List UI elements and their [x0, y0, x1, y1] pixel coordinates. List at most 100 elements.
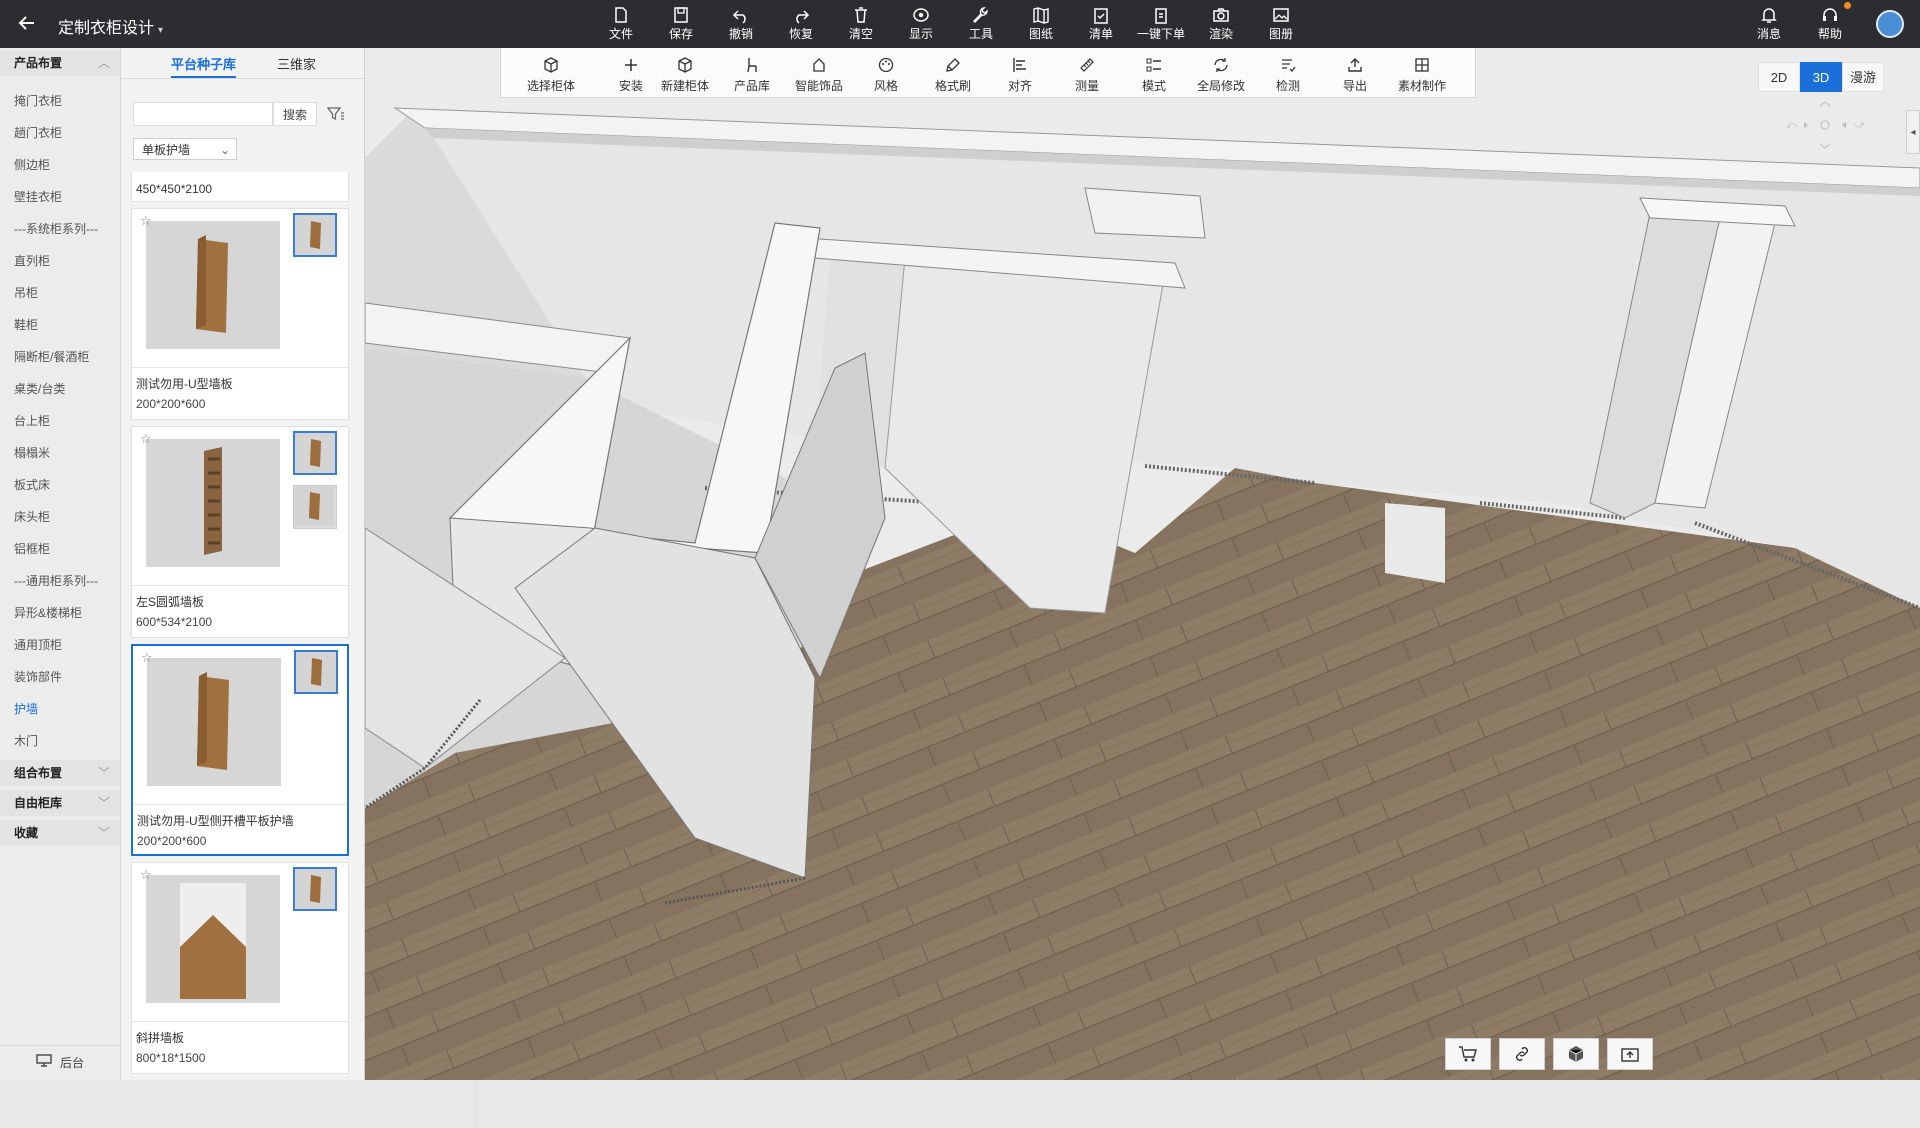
order-icon — [1137, 6, 1185, 24]
category-item[interactable]: 护墙 — [14, 700, 38, 717]
global-edit-icon — [1189, 51, 1253, 77]
tool-style-button[interactable]: 风格 — [854, 51, 918, 94]
category-item[interactable]: 铝框柜 — [14, 540, 50, 557]
tool-new-cabinet-button[interactable]: 新建柜体 — [653, 51, 717, 94]
toolbar-save-button[interactable]: 保存 — [657, 4, 705, 44]
category-item[interactable]: 床头柜 — [14, 508, 50, 525]
toolbar-album-button[interactable]: 图册 — [1257, 4, 1305, 44]
product-card[interactable]: ☆ 测试勿用-U型墙板 200*200*600 — [131, 208, 349, 420]
view-mode-0[interactable]: 2D — [1758, 62, 1800, 92]
variant-thumbnail[interactable] — [293, 431, 337, 475]
tab-platform-seed-library[interactable]: 平台种子库 — [171, 54, 237, 78]
variant-thumbnail[interactable] — [293, 213, 337, 257]
navigation-control[interactable]: ⤺ ⤻ — [1780, 100, 1870, 150]
toolbar-file-button[interactable]: 文件 — [597, 4, 645, 44]
category-item[interactable]: 侧边柜 — [14, 156, 50, 173]
product-card[interactable]: ☆ 左S圆弧墙板 600*534*2100 — [131, 426, 349, 638]
tool-product-lib-button[interactable]: 产品库 — [720, 51, 784, 94]
messages-button[interactable]: 消息 — [1745, 4, 1793, 44]
help-button[interactable]: 帮助 — [1806, 4, 1854, 44]
category-item[interactable]: 板式床 — [14, 476, 50, 493]
chevron-up-icon: ︿ — [97, 56, 110, 70]
view-mode-1[interactable]: 3D — [1800, 62, 1842, 92]
tool-global-edit-button[interactable]: 全局修改 — [1189, 51, 1253, 94]
filter-icon[interactable] — [326, 106, 345, 125]
category-item[interactable]: 台上柜 — [14, 412, 50, 429]
star-icon[interactable]: ☆ — [140, 213, 152, 229]
section-free-library[interactable]: 自由柜库 ﹀ — [0, 790, 120, 816]
tab-3vjia[interactable]: 三维家 — [277, 54, 316, 76]
category-item[interactable]: 趟门衣柜 — [14, 124, 62, 141]
category-item[interactable]: 桌类/台类 — [14, 380, 65, 397]
section-favorites-label: 收藏 — [14, 826, 39, 840]
scene-render — [365, 48, 1920, 1080]
toolbar-display-button[interactable]: 显示 — [897, 4, 945, 44]
toolbar-redo-label: 恢复 — [788, 27, 813, 41]
category-item[interactable]: 直列柜 — [14, 252, 50, 269]
product-card-partial[interactable]: 450*450*2100 — [131, 172, 349, 202]
avatar[interactable] — [1876, 10, 1904, 38]
tool-align-button[interactable]: 对齐 — [988, 51, 1052, 94]
category-item[interactable]: 装饰部件 — [14, 668, 62, 685]
link-button[interactable] — [1499, 1038, 1545, 1070]
star-icon[interactable]: ☆ — [140, 867, 152, 883]
chevron-down-icon: ﹀ — [97, 796, 110, 810]
toolbar-order-button[interactable]: 一键下单 — [1137, 4, 1185, 44]
app-title[interactable]: 定制衣柜设计 ▾ — [58, 14, 163, 38]
section-combo-layout[interactable]: 组合布置 ﹀ — [0, 760, 120, 786]
variant-thumbnail[interactable] — [293, 867, 337, 911]
tool-mode-button[interactable]: 模式 — [1122, 51, 1186, 94]
3d-viewport[interactable] — [365, 48, 1920, 1080]
section-product-label: 产品布置 — [14, 56, 63, 70]
tool-measure-button[interactable]: 测量 — [1055, 51, 1119, 94]
top-bar: 定制衣柜设计 ▾ 文件 保存 撤销 恢复 清空 显示 工具 图纸 清单 一键下单 … — [0, 0, 1920, 48]
variant-thumbnail[interactable] — [293, 485, 337, 529]
category-item[interactable]: 吊柜 — [14, 284, 38, 301]
cube-button[interactable] — [1553, 1038, 1599, 1070]
search-button[interactable]: 搜索 — [273, 102, 317, 126]
toolbar-undo-button[interactable]: 撤销 — [717, 4, 765, 44]
category-item[interactable]: 榻榻米 — [14, 444, 50, 461]
toolbar-tools-button[interactable]: 工具 — [957, 4, 1005, 44]
product-card[interactable]: ☆ 测试勿用-U型侧开槽平板护墙 200*200*600 — [131, 644, 349, 856]
view-mode-2[interactable]: 漫游 — [1842, 62, 1884, 92]
product-thumbnail — [146, 875, 280, 1003]
tool-export-button[interactable]: 导出 — [1323, 51, 1387, 94]
category-item[interactable]: 通用顶柜 — [14, 636, 62, 653]
toolbar-render-button[interactable]: 渲染 — [1197, 4, 1245, 44]
category-item[interactable]: ---系统柜系列--- — [14, 220, 98, 237]
variant-thumbnail[interactable] — [294, 650, 338, 694]
search-input[interactable] — [133, 102, 273, 126]
category-item[interactable]: 壁挂衣柜 — [14, 188, 62, 205]
backend-button[interactable]: 后台 — [0, 1045, 120, 1081]
right-panel-handle[interactable]: ◂ — [1906, 110, 1920, 154]
tool-align-label: 对齐 — [1007, 79, 1032, 93]
star-icon[interactable]: ☆ — [141, 650, 153, 666]
toolbar-clear-button[interactable]: 清空 — [837, 4, 885, 44]
card-name: 测试勿用-U型墙板 — [136, 377, 233, 391]
card-divider — [132, 1021, 348, 1022]
cart-button[interactable] — [1445, 1038, 1491, 1070]
product-card[interactable]: ☆ 斜拼墙板 800*18*1500 — [131, 862, 349, 1074]
category-item[interactable]: 木门 — [14, 732, 38, 749]
snapshot-button[interactable] — [1607, 1038, 1653, 1070]
tool-check-button[interactable]: 检测 — [1256, 51, 1320, 94]
tool-select-cabinet-button[interactable]: 选择柜体 — [519, 51, 583, 94]
tool-material-button[interactable]: 素材制作 — [1390, 51, 1454, 94]
tool-format-brush-button[interactable]: 格式刷 — [921, 51, 985, 94]
category-item[interactable]: 异形&楼梯柜 — [14, 604, 82, 621]
category-item[interactable]: 隔断柜/餐酒柜 — [14, 348, 89, 365]
category-item[interactable]: 掩门衣柜 — [14, 92, 62, 109]
type-filter-select[interactable]: 单板护墙 ⌄ — [133, 138, 237, 160]
cart-icon — [1446, 1045, 1490, 1063]
back-arrow-icon[interactable] — [14, 10, 40, 36]
toolbar-redo-button[interactable]: 恢复 — [777, 4, 825, 44]
section-product-layout[interactable]: 产品布置 ︿ — [0, 50, 120, 76]
toolbar-drawing-button[interactable]: 图纸 — [1017, 4, 1065, 44]
toolbar-list-button[interactable]: 清单 — [1077, 4, 1125, 44]
tool-smart-decor-button[interactable]: 智能饰品 — [787, 51, 851, 94]
category-item[interactable]: 鞋柜 — [14, 316, 38, 333]
section-favorites[interactable]: 收藏 ﹀ — [0, 820, 120, 846]
star-icon[interactable]: ☆ — [140, 431, 152, 447]
category-item[interactable]: ---通用柜系列--- — [14, 572, 98, 589]
